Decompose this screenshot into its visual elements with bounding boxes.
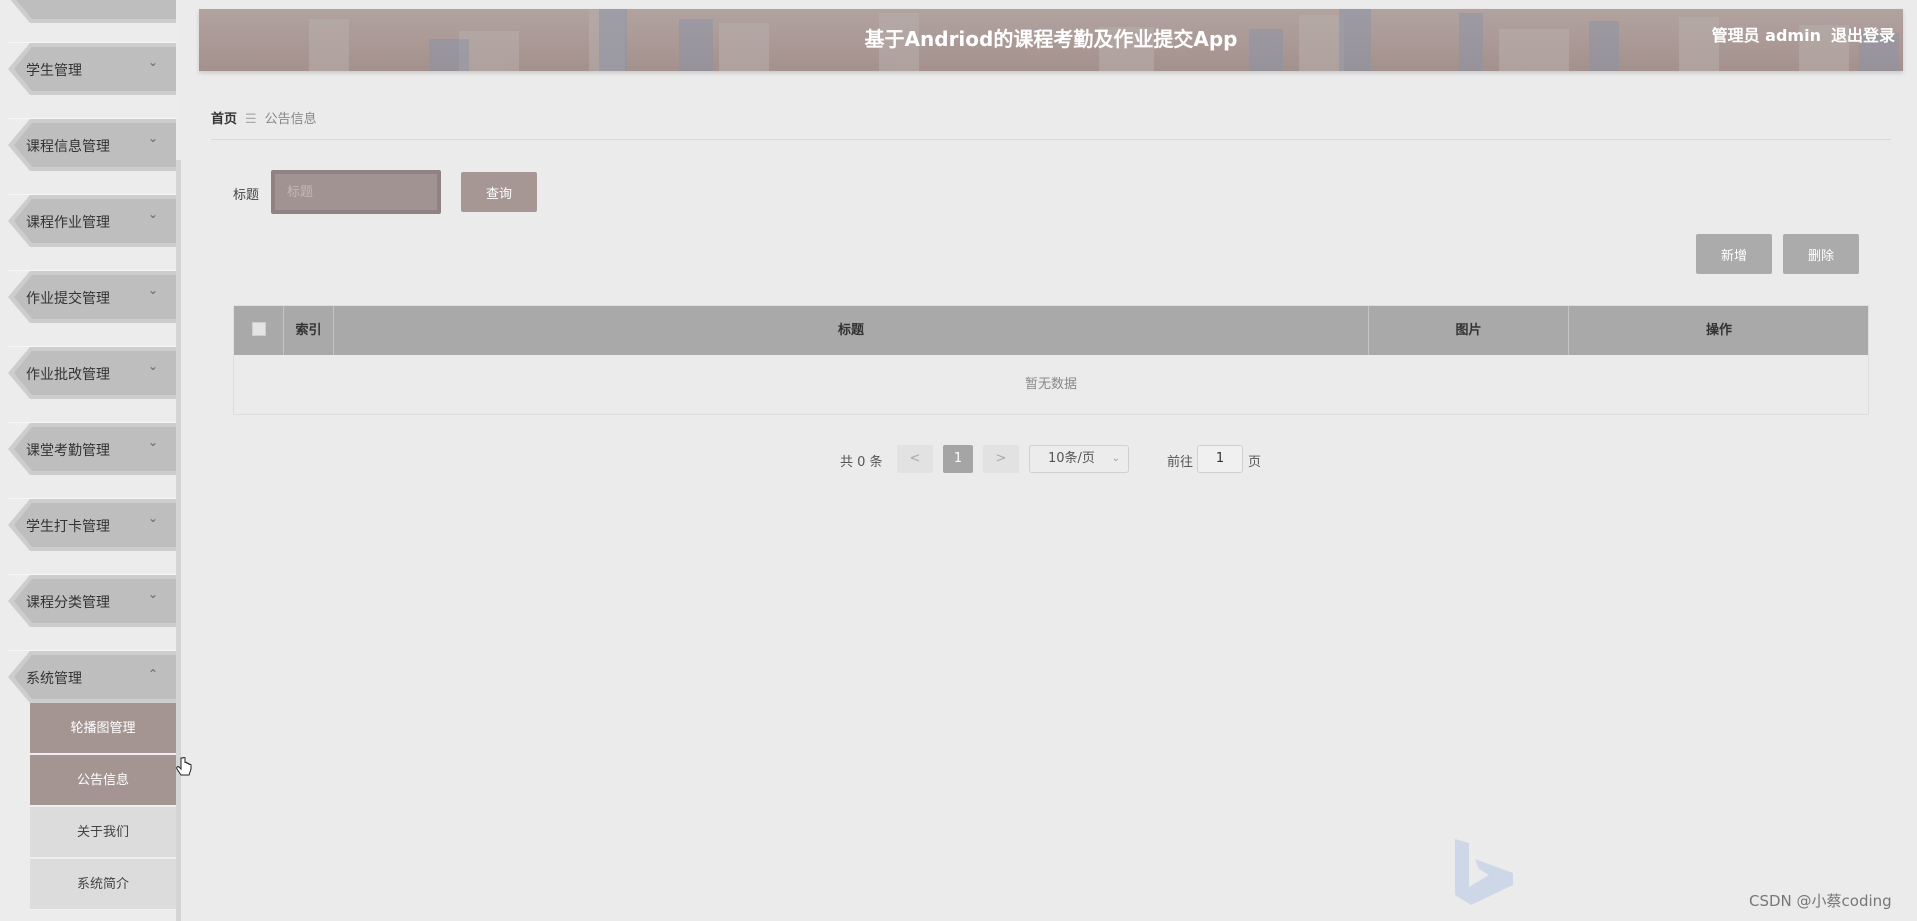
search-input-frame xyxy=(271,170,441,214)
hand-cursor-icon xyxy=(176,756,192,779)
chevron-down-icon: ⌄ xyxy=(147,55,158,69)
submenu-item-announcements[interactable]: 公告信息 xyxy=(30,755,176,806)
column-header-index: 索引 xyxy=(284,306,334,355)
admin-username: 管理员 admin xyxy=(1711,26,1821,45)
announcement-table: 索引 标题 图片 操作 暂无数据 xyxy=(233,305,1869,415)
chevron-down-icon: ⌄ xyxy=(147,359,158,373)
breadcrumb-current: 公告信息 xyxy=(264,112,317,127)
submenu-item-system-intro[interactable]: 系统简介 xyxy=(30,859,176,910)
prev-page-button[interactable]: < xyxy=(897,445,933,473)
select-all-checkbox[interactable] xyxy=(251,322,266,336)
chevron-down-icon: ⌄ xyxy=(147,131,158,145)
sidebar-item-course-category[interactable]: 课程分类管理 ⌄ xyxy=(8,574,176,627)
app-title: 基于Andriod的课程考勤及作业提交App xyxy=(864,27,1238,51)
chevron-down-icon: ⌄ xyxy=(147,511,158,525)
sidebar-item-course-homework[interactable]: 课程作业管理 ⌄ xyxy=(8,194,176,247)
chevron-up-icon: ⌃ xyxy=(147,667,158,681)
csdn-watermark: CSDN @小蔡coding xyxy=(1749,892,1892,910)
header-checkbox-cell xyxy=(234,306,284,355)
breadcrumb: 首页 ☰ 公告信息 xyxy=(211,108,1891,140)
logout-link[interactable]: 退出登录 xyxy=(1831,26,1895,45)
sidebar-item-checkin[interactable]: 学生打卡管理 ⌄ xyxy=(8,498,176,551)
breadcrumb-home[interactable]: 首页 xyxy=(211,112,237,127)
sidebar-item-label: 学生管理 xyxy=(26,63,82,79)
goto-page-input[interactable]: 1 xyxy=(1197,445,1243,473)
sidebar-item-homework-submit[interactable]: 作业提交管理 ⌄ xyxy=(8,270,176,323)
sidebar-item-top[interactable] xyxy=(8,0,176,23)
column-header-image: 图片 xyxy=(1369,306,1569,355)
sidebar-item-label: 系统管理 xyxy=(26,671,82,687)
chevron-down-icon: ⌄ xyxy=(147,207,158,221)
table-header: 索引 标题 图片 操作 xyxy=(234,306,1868,355)
chevron-down-icon: ⌄ xyxy=(1111,453,1120,464)
breadcrumb-separator-icon: ☰ xyxy=(245,112,257,127)
pagination-total: 共 0 条 xyxy=(840,455,883,470)
user-area: 管理员 admin 退出登录 xyxy=(1702,22,1895,46)
column-header-title[interactable]: 标题 xyxy=(334,306,1369,355)
add-button[interactable]: 新增 xyxy=(1696,234,1772,274)
sidebar-item-label: 学生打卡管理 xyxy=(26,519,110,535)
sidebar-item-homework-grading[interactable]: 作业批改管理 ⌄ xyxy=(8,346,176,399)
submenu-item-about-us[interactable]: 关于我们 xyxy=(30,807,176,858)
sidebar-item-label: 课程分类管理 xyxy=(26,595,110,611)
goto-label: 前往 xyxy=(1167,455,1194,470)
sidebar-item-label: 作业批改管理 xyxy=(26,367,110,383)
sidebar-scrollbar[interactable] xyxy=(176,160,181,921)
sidebar-item-system[interactable]: 系统管理 ⌃ xyxy=(8,650,176,703)
sidebar-item-label: 课程信息管理 xyxy=(26,139,110,155)
header-banner: 基于Andriod的课程考勤及作业提交App 管理员 admin 退出登录 xyxy=(199,9,1903,71)
sidebar-item-students[interactable]: 学生管理 ⌄ xyxy=(8,42,176,95)
query-button[interactable]: 查询 xyxy=(461,172,537,212)
table-empty-text: 暂无数据 xyxy=(1024,377,1077,392)
sidebar-item-label: 作业提交管理 xyxy=(26,291,110,307)
sidebar-item-course-info[interactable]: 课程信息管理 ⌄ xyxy=(8,118,176,171)
submenu-item-carousel[interactable]: 轮播图管理 xyxy=(30,703,176,754)
search-title-label: 标题 xyxy=(233,188,260,203)
next-page-button[interactable]: > xyxy=(983,445,1019,473)
page-size-value: 10条/页 xyxy=(1048,451,1095,466)
bing-logo-icon xyxy=(1455,839,1513,905)
page-number-button[interactable]: 1 xyxy=(943,445,973,473)
page-size-select[interactable]: 10条/页 ⌄ xyxy=(1029,445,1129,473)
pagination: 共 0 条 < 1 > 10条/页 ⌄ 前往 1 页 xyxy=(0,445,1917,473)
delete-button[interactable]: 删除 xyxy=(1783,234,1859,274)
chevron-down-icon: ⌄ xyxy=(147,587,158,601)
search-title-input[interactable] xyxy=(275,174,437,210)
chevron-down-icon: ⌄ xyxy=(147,283,158,297)
sidebar-item-label: 课程作业管理 xyxy=(26,215,110,231)
column-header-actions: 操作 xyxy=(1705,323,1732,338)
goto-unit-label: 页 xyxy=(1248,455,1262,470)
